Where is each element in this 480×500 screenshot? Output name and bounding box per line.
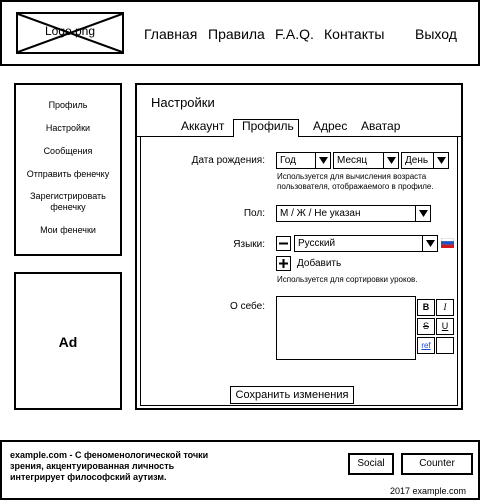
birth-day-value: День <box>405 155 429 166</box>
gender-label: Пол: <box>243 208 265 219</box>
ref-button[interactable]: ref <box>417 337 435 354</box>
gender-value: М / Ж / Не указан <box>280 208 361 219</box>
chevron-down-icon <box>415 206 430 221</box>
minus-icon <box>279 242 288 245</box>
sidebar-item-send[interactable]: Отправить фенечку <box>16 169 120 180</box>
chevron-down-icon <box>433 153 448 168</box>
sidebar-item-profile[interactable]: Профиль <box>16 100 120 111</box>
birth-year-select[interactable]: Год <box>276 152 331 169</box>
logo-label: Logo.png <box>44 24 96 38</box>
tab-divider <box>137 136 461 137</box>
nav-home[interactable]: Главная <box>144 26 197 42</box>
ad-label: Ad <box>58 334 78 350</box>
tab-address[interactable]: Адрес <box>313 119 347 133</box>
counter-button[interactable]: Counter <box>401 453 473 475</box>
bold-button[interactable]: B <box>417 299 435 316</box>
languages-hint: Используется для сортировки уроков. <box>277 275 418 284</box>
copyright: 2017 example.com <box>389 486 466 496</box>
tab-profile[interactable]: Профиль <box>242 119 294 133</box>
birth-month-value: Месяц <box>337 155 368 166</box>
chevron-down-icon <box>422 236 437 251</box>
nav-contacts[interactable]: Контакты <box>324 26 384 42</box>
birth-hint: Используется для вычисления возраста пол… <box>277 172 434 191</box>
languages-label: Языки: <box>233 239 265 250</box>
add-language-link[interactable]: Добавить <box>297 258 341 269</box>
footer-text: example.com - С феноменологической точки… <box>10 450 209 482</box>
plus-icon <box>279 259 288 268</box>
sidebar-item-register[interactable]: Зарегистрировать фенечку <box>16 191 120 213</box>
birth-label: Дата рождения: <box>191 155 265 166</box>
sidebar-menu: Профиль Настройки Сообщения Отправить фе… <box>14 83 122 256</box>
social-button[interactable]: Social <box>348 453 394 475</box>
logo[interactable]: Logo.png <box>16 12 124 54</box>
gender-select[interactable]: М / Ж / Не указан <box>276 205 431 222</box>
nav-faq[interactable]: F.A.Q. <box>275 26 314 42</box>
underline-button[interactable]: U <box>436 318 454 335</box>
strike-button[interactable]: S <box>417 318 435 335</box>
language-value: Русский <box>298 238 336 249</box>
birth-month-select[interactable]: Месяц <box>333 152 399 169</box>
save-button[interactable]: Сохранить изменения <box>230 386 354 404</box>
about-label: О себе: <box>230 301 265 312</box>
sidebar-item-messages[interactable]: Сообщения <box>16 146 120 157</box>
birth-day-select[interactable]: День <box>401 152 449 169</box>
logout-link[interactable]: Выход <box>415 26 457 42</box>
ad-block[interactable]: Ad <box>14 272 122 410</box>
birth-year-value: Год <box>280 155 296 166</box>
tab-account[interactable]: Аккаунт <box>181 119 224 133</box>
settings-panel: Настройки Аккаунт Профиль Адрес Аватар Д… <box>135 83 463 410</box>
site-header: Logo.png Главная Правила F.A.Q. Контакты… <box>0 0 480 66</box>
add-language-button[interactable] <box>276 256 291 271</box>
russia-flag-icon <box>441 238 454 248</box>
chevron-down-icon <box>383 153 398 168</box>
about-textarea[interactable] <box>276 296 416 360</box>
empty-format-button[interactable] <box>436 337 454 354</box>
tab-avatar[interactable]: Аватар <box>361 119 400 133</box>
nav-rules[interactable]: Правила <box>208 26 265 42</box>
chevron-down-icon <box>315 153 330 168</box>
remove-language-button[interactable] <box>276 236 291 251</box>
site-footer: example.com - С феноменологической точки… <box>0 440 480 500</box>
page-title: Настройки <box>151 95 215 110</box>
italic-button[interactable]: I <box>436 299 454 316</box>
sidebar-item-settings[interactable]: Настройки <box>16 123 120 134</box>
language-select[interactable]: Русский <box>294 235 438 252</box>
sidebar-item-my[interactable]: Мои фенечки <box>16 225 120 236</box>
